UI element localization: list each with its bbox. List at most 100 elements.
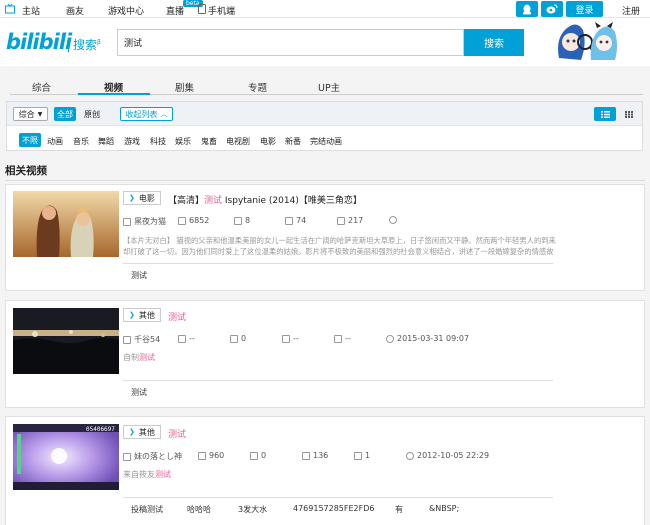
danmaku-count: 8 (234, 216, 250, 225)
keyword-tag[interactable]: 4769157285FE2FD6 (293, 504, 375, 513)
review-icon (337, 216, 345, 225)
favorite-count: 136 (302, 451, 328, 460)
filter-all[interactable]: 全部 (54, 107, 76, 121)
video-thumbnail[interactable] (13, 308, 119, 374)
user-icon (123, 335, 131, 344)
danmaku-icon (230, 334, 238, 343)
play-icon (178, 334, 186, 343)
play-count: -- (178, 334, 195, 343)
review-count: -- (334, 334, 351, 343)
video-description: 自制 测试 (123, 353, 155, 362)
favorite-icon (302, 451, 310, 460)
keyword-tag[interactable]: 测试 (131, 387, 147, 398)
search-input[interactable] (117, 29, 464, 56)
chevron-right-icon: ❯ (129, 194, 135, 202)
clock-icon (389, 216, 397, 224)
chevron-right-icon: ❯ (129, 428, 135, 436)
bilibili-logo[interactable]: bilibili (6, 30, 72, 54)
keyword-tag[interactable]: 3发大水 (238, 504, 267, 515)
category-unlimited[interactable]: 不限 (19, 133, 41, 147)
category-tag-button[interactable]: ❯ 其他 (123, 308, 161, 322)
filter-toolbar: 综合 ▼ 全部 原创 收起列表 ︿ (7, 102, 642, 126)
result-card: 05406697 ❯ 其他 测试 妹の落とし神 960 0 136 1 2012-… (5, 416, 645, 525)
keyword-tag[interactable]: 有 (395, 504, 403, 515)
search-logo-text: 搜索β (73, 38, 101, 52)
video-title[interactable]: 测试 (168, 427, 186, 440)
favorite-count: 74 (285, 216, 306, 225)
upload-date: 2015-03-31 09:07 (386, 334, 469, 343)
uploader[interactable]: 妹の落とし神 (123, 451, 182, 462)
nav-mobile[interactable]: 手机端 (208, 4, 235, 17)
grid-view-button[interactable] (620, 107, 638, 121)
filter-panel: 综合 ▼ 全部 原创 收起列表 ︿ 不限 动画 音乐 舞蹈 游戏 科技 娱乐 鬼… (6, 101, 643, 151)
category-technology[interactable]: 科技 (150, 136, 166, 147)
phone-icon (198, 4, 206, 14)
qq-login-button[interactable] (516, 1, 538, 17)
mascot-illustration (558, 22, 617, 61)
chevron-right-icon: ❯ (129, 311, 135, 319)
nav-game-center[interactable]: 游戏中心 (108, 4, 144, 17)
category-tag-button[interactable]: ❯ 其他 (123, 425, 161, 439)
keyword-tag[interactable]: 测试 (131, 270, 147, 281)
list-view-button[interactable] (594, 107, 616, 121)
category-dance[interactable]: 舞蹈 (98, 136, 114, 147)
video-thumbnail[interactable] (13, 191, 119, 257)
tab-all[interactable]: 综合 (32, 80, 51, 94)
result-card: ❯ 电影 【高清】测试 Ispytanie (2014)【唯美三角恋】 黑夜为猫 … (5, 184, 645, 291)
upload-date: 2012-10-05 22:29 (406, 451, 489, 460)
video-description: 【本片无对白】 猫视的父亲和他温柔美丽的女儿一起生活在广阔的哈萨克斯坦大草原上，… (123, 236, 556, 256)
active-tab-indicator (78, 93, 150, 95)
section-title: 相关视频 (5, 165, 47, 177)
chevron-down-icon: ▼ (37, 110, 43, 118)
collapse-list-button[interactable]: 收起列表 ︿ (120, 107, 173, 121)
weibo-icon (546, 4, 558, 14)
result-card: ❯ 其他 测试 千谷54 -- 0 -- -- 2015-03-31 09:07 … (5, 300, 645, 408)
video-title[interactable]: 测试 (168, 310, 186, 323)
category-animation[interactable]: 动画 (47, 136, 63, 147)
keyword-tag[interactable]: 哈哈哈 (187, 504, 211, 515)
play-count: 960 (198, 451, 224, 460)
category-tag-button[interactable]: ❯ 电影 (123, 191, 161, 205)
category-new-bangumi[interactable]: 新番 (285, 136, 301, 147)
tab-topic[interactable]: 专题 (248, 80, 267, 94)
category-music[interactable]: 音乐 (73, 136, 89, 147)
favorite-count: -- (282, 334, 299, 343)
category-completed-anime[interactable]: 完结动画 (310, 136, 342, 147)
upload-date (389, 216, 400, 224)
clock-icon (406, 451, 414, 460)
danmaku-count: 0 (230, 334, 246, 343)
weibo-login-button[interactable] (541, 1, 563, 17)
tab-video[interactable]: 视频 (104, 80, 123, 94)
nav-live[interactable]: 直播 (166, 4, 184, 17)
video-description: 来自筱友 测试 (123, 470, 171, 479)
uploader[interactable]: 千谷54 (123, 334, 160, 345)
keyword-tag[interactable]: 投稿测试 (131, 504, 163, 515)
filter-original[interactable]: 原创 (81, 107, 103, 121)
category-kichiku[interactable]: 鬼畜 (201, 136, 217, 147)
category-game[interactable]: 游戏 (124, 136, 140, 147)
keyword-tag[interactable]: &NBSP; (429, 504, 459, 513)
tab-up-user[interactable]: UP主 (318, 80, 340, 94)
review-count: 1 (354, 451, 370, 460)
section-divider (5, 180, 645, 181)
card-divider (123, 263, 553, 264)
card-divider (123, 497, 553, 498)
logo-divider (68, 38, 69, 52)
search-tabs: 综合 视频 剧集 专题 UP主 (0, 76, 650, 98)
nav-painter[interactable]: 画友 (66, 4, 84, 17)
login-button[interactable]: 登录 (566, 1, 603, 17)
favorite-icon (285, 216, 293, 225)
register-link[interactable]: 注册 (622, 4, 640, 17)
nav-main[interactable]: 主站 (22, 4, 40, 17)
search-button[interactable]: 搜索 (464, 29, 524, 56)
category-tv-drama[interactable]: 电视剧 (226, 136, 250, 147)
video-thumbnail[interactable] (13, 424, 119, 490)
review-count: 217 (337, 216, 363, 225)
video-title[interactable]: 【高清】测试 Ispytanie (2014)【唯美三角恋】 (168, 193, 362, 206)
uploader[interactable]: 黑夜为猫 (123, 216, 166, 227)
sort-select[interactable]: 综合 ▼ (13, 107, 48, 121)
category-entertainment[interactable]: 娱乐 (175, 136, 191, 147)
category-movie[interactable]: 电影 (260, 136, 276, 147)
chevron-up-icon: ︿ (160, 110, 168, 118)
tab-bangumi[interactable]: 剧集 (175, 80, 194, 94)
